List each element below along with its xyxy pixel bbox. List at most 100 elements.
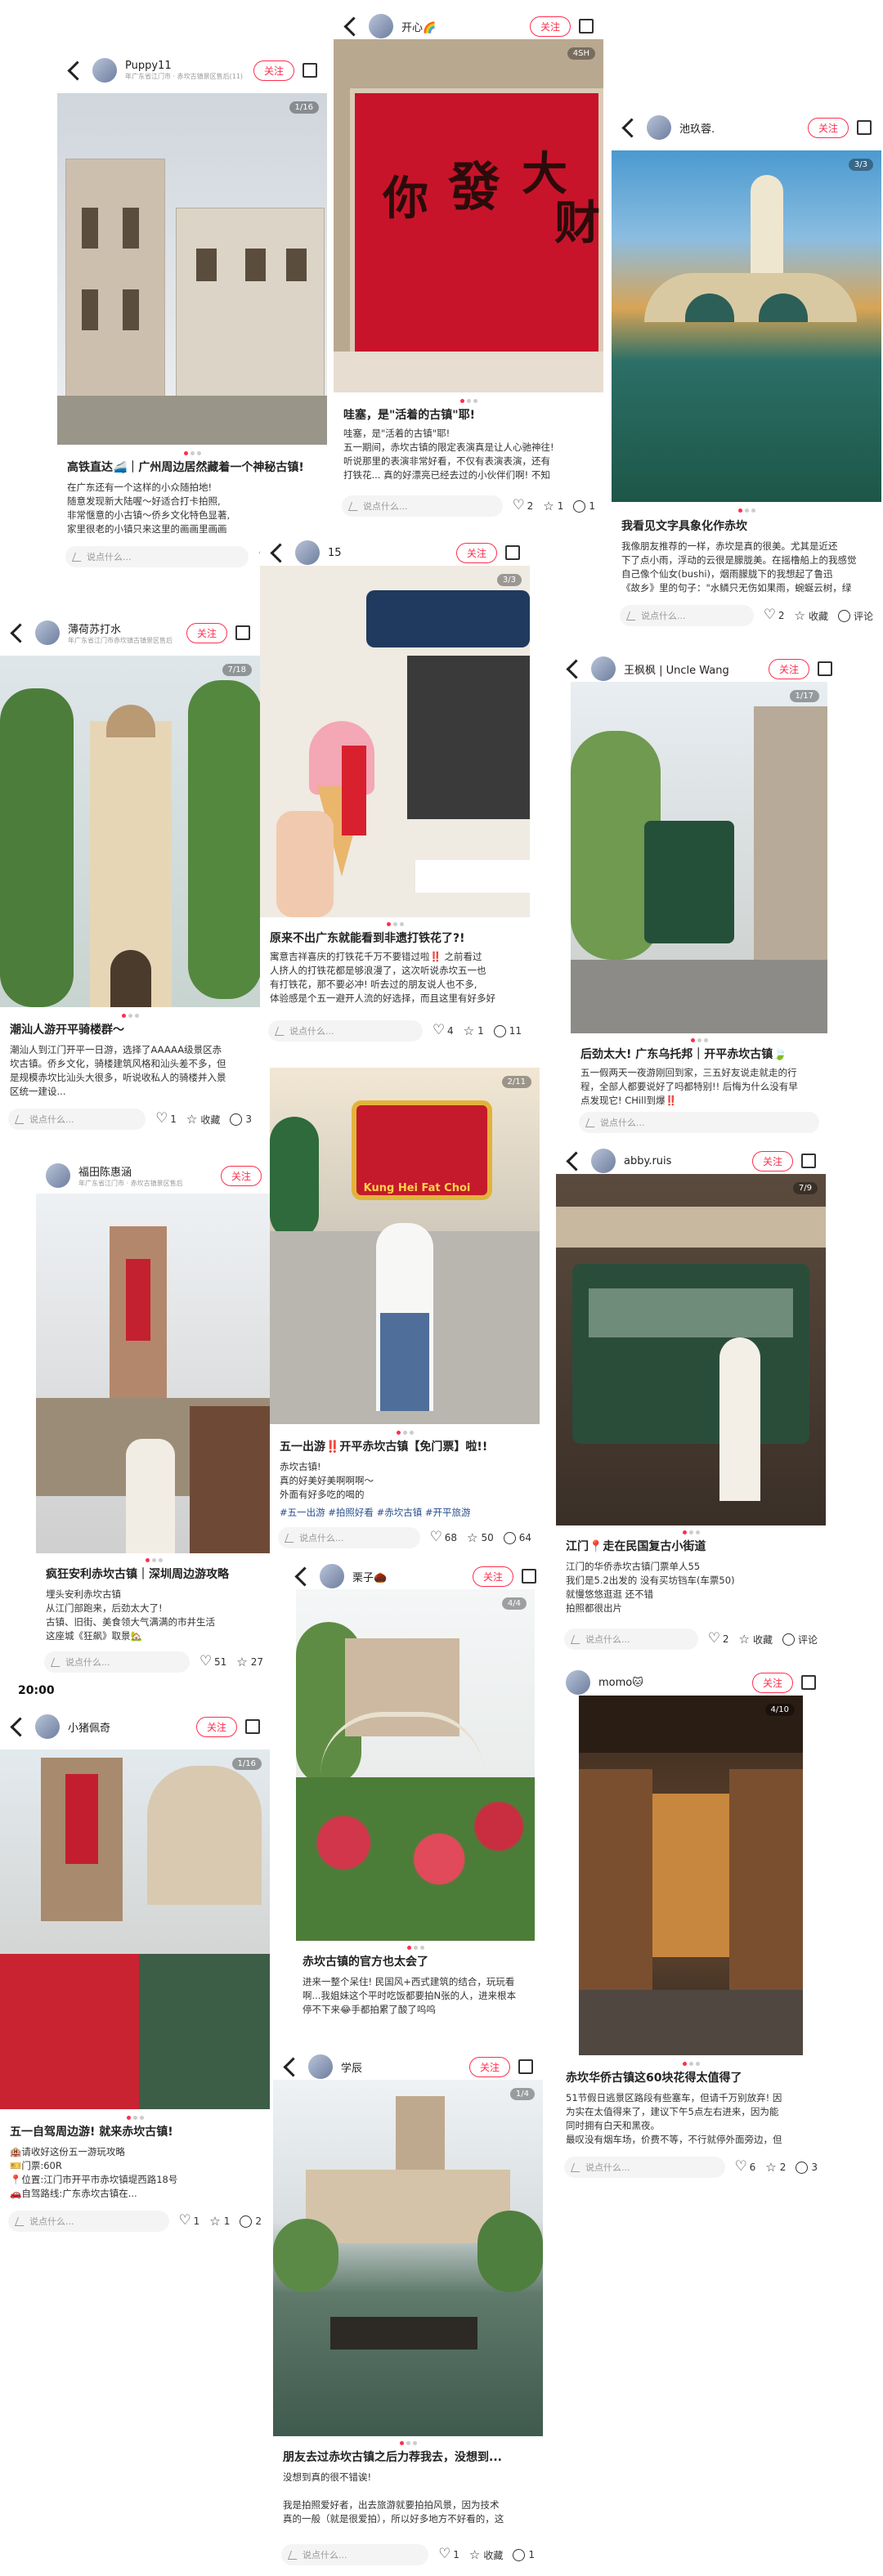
back-icon[interactable] bbox=[10, 622, 30, 643]
avatar[interactable] bbox=[46, 1163, 70, 1188]
comment-button[interactable]: 2 bbox=[240, 2215, 262, 2228]
post-image[interactable]: 3/3 bbox=[612, 150, 881, 502]
collect-button[interactable]: ☆ 27 bbox=[236, 1655, 263, 1669]
avatar[interactable] bbox=[295, 540, 320, 565]
avatar[interactable] bbox=[35, 620, 60, 645]
comment-input[interactable]: 说点什么... bbox=[579, 1112, 819, 1133]
avatar[interactable] bbox=[35, 1714, 60, 1739]
post-image[interactable]: 4/10 bbox=[579, 1696, 803, 2055]
back-icon[interactable] bbox=[67, 60, 87, 81]
collect-button[interactable]: ☆ 收藏 bbox=[795, 609, 828, 623]
like-button[interactable]: 2 bbox=[513, 497, 534, 513]
like-button[interactable]: 6 bbox=[735, 2158, 756, 2175]
comment-button[interactable]: 评论 bbox=[782, 1633, 818, 1646]
follow-button[interactable]: 关注 bbox=[186, 622, 227, 643]
post-image[interactable]: 3/3 bbox=[260, 566, 530, 917]
follow-button[interactable]: 关注 bbox=[768, 658, 809, 679]
comment-input[interactable]: 说点什么... bbox=[8, 2211, 169, 2232]
collect-button[interactable]: ☆ 1 bbox=[209, 2215, 230, 2228]
share-icon[interactable] bbox=[522, 1569, 536, 1584]
comment-button[interactable]: 评论 bbox=[837, 609, 873, 623]
back-icon[interactable] bbox=[294, 1566, 315, 1587]
collect-button[interactable]: ☆ 收藏 bbox=[469, 2548, 503, 2562]
comment-button[interactable]: 1 bbox=[573, 500, 595, 513]
like-button[interactable]: 1 bbox=[179, 2212, 200, 2229]
like-button[interactable]: 1 bbox=[438, 2546, 459, 2562]
share-icon[interactable] bbox=[801, 1154, 816, 1168]
like-button[interactable]: 68 bbox=[430, 1529, 457, 1545]
username[interactable]: 小猪佩奇 bbox=[68, 1719, 110, 1735]
username[interactable]: Puppy11 bbox=[125, 60, 243, 72]
comment-input[interactable]: 说点什么... bbox=[65, 546, 249, 567]
follow-button[interactable]: 关注 bbox=[751, 1672, 793, 1693]
username[interactable]: momo🐱 bbox=[598, 1677, 643, 1689]
back-icon[interactable] bbox=[621, 117, 642, 138]
comment-button[interactable]: 64 bbox=[503, 1531, 531, 1544]
avatar[interactable] bbox=[647, 115, 671, 140]
comment-input[interactable]: 说点什么... bbox=[281, 2544, 429, 2565]
share-icon[interactable] bbox=[579, 19, 594, 34]
post-image[interactable]: 1/16 bbox=[0, 1749, 270, 2109]
back-icon[interactable] bbox=[343, 16, 364, 37]
follow-button[interactable]: 关注 bbox=[472, 1566, 513, 1587]
avatar[interactable] bbox=[369, 14, 393, 38]
back-icon[interactable] bbox=[283, 2056, 303, 2077]
share-icon[interactable] bbox=[818, 661, 832, 676]
username[interactable]: 薄荷苏打水 bbox=[68, 620, 173, 636]
post-image[interactable]: 你 發 大 财 4SH bbox=[334, 39, 603, 392]
username[interactable]: abby.ruis bbox=[624, 1155, 671, 1167]
follow-button[interactable]: 关注 bbox=[253, 60, 294, 81]
back-icon[interactable] bbox=[10, 1716, 30, 1737]
post-image[interactable]: 4/4 bbox=[296, 1589, 535, 1941]
back-icon[interactable] bbox=[270, 542, 290, 563]
follow-button[interactable]: 关注 bbox=[468, 2056, 510, 2077]
avatar[interactable] bbox=[591, 1149, 616, 1173]
back-icon[interactable] bbox=[566, 658, 586, 679]
like-button[interactable]: 1 bbox=[155, 1110, 177, 1127]
share-icon[interactable] bbox=[235, 625, 250, 640]
post-image[interactable]: 1/4 bbox=[273, 2080, 543, 2436]
username[interactable]: 开心🌈 bbox=[401, 19, 436, 34]
share-icon[interactable] bbox=[245, 1719, 260, 1734]
post-image[interactable]: Kung Hei Fat Choi 2/11 bbox=[270, 1068, 540, 1424]
comment-input[interactable]: 说点什么... bbox=[620, 605, 754, 626]
collect-button[interactable]: ☆ 2 bbox=[765, 2161, 786, 2174]
like-button[interactable]: 2 bbox=[708, 1630, 729, 1646]
comment-input[interactable]: 说点什么... bbox=[564, 1628, 698, 1650]
username[interactable]: 福田陈惠涵 bbox=[78, 1163, 183, 1179]
follow-button[interactable]: 关注 bbox=[807, 117, 849, 138]
username[interactable]: 学辰 bbox=[341, 2059, 362, 2075]
follow-button[interactable]: 关注 bbox=[455, 542, 497, 563]
back-icon[interactable] bbox=[566, 1150, 586, 1172]
like-button[interactable]: 4 bbox=[433, 1022, 454, 1038]
share-icon[interactable] bbox=[505, 545, 520, 560]
like-button[interactable]: 51 bbox=[199, 1653, 226, 1669]
avatar[interactable] bbox=[566, 1670, 590, 1695]
username[interactable]: 15 bbox=[328, 547, 342, 559]
follow-button[interactable]: 关注 bbox=[529, 16, 571, 37]
comment-input[interactable]: 说点什么... bbox=[278, 1527, 420, 1548]
share-icon[interactable] bbox=[801, 1675, 816, 1690]
comment-input[interactable]: 说点什么... bbox=[342, 495, 503, 517]
post-image[interactable]: 1/16 bbox=[57, 93, 327, 445]
username[interactable]: 王枫枫 | Uncle Wang bbox=[624, 661, 729, 677]
comment-input[interactable]: 说点什么... bbox=[564, 2157, 725, 2178]
comment-input[interactable]: 说点什么... bbox=[44, 1651, 190, 1673]
comment-button[interactable]: 3 bbox=[796, 2161, 818, 2174]
post-image[interactable]: 7/18 bbox=[0, 656, 260, 1007]
follow-button[interactable]: 关注 bbox=[220, 1165, 262, 1186]
share-icon[interactable] bbox=[857, 120, 872, 135]
follow-button[interactable]: 关注 bbox=[751, 1150, 793, 1172]
collect-button[interactable]: ☆ 1 bbox=[464, 1024, 484, 1037]
like-button[interactable]: 2 bbox=[764, 607, 785, 623]
comment-button[interactable]: 11 bbox=[493, 1024, 522, 1037]
username[interactable]: 池玖蓉. bbox=[679, 120, 715, 136]
collect-button[interactable]: ☆ 收藏 bbox=[186, 1113, 220, 1127]
avatar[interactable] bbox=[591, 656, 616, 681]
post-image[interactable] bbox=[36, 1194, 271, 1553]
share-icon[interactable] bbox=[518, 2059, 533, 2074]
post-tags[interactable]: #五一出游 #拍照好看 #赤坎古镇 #开平旅游 bbox=[280, 1506, 530, 1521]
comment-input[interactable]: 说点什么... bbox=[268, 1020, 423, 1042]
collect-button[interactable]: ☆ 1 bbox=[543, 500, 563, 513]
avatar[interactable] bbox=[92, 58, 117, 83]
